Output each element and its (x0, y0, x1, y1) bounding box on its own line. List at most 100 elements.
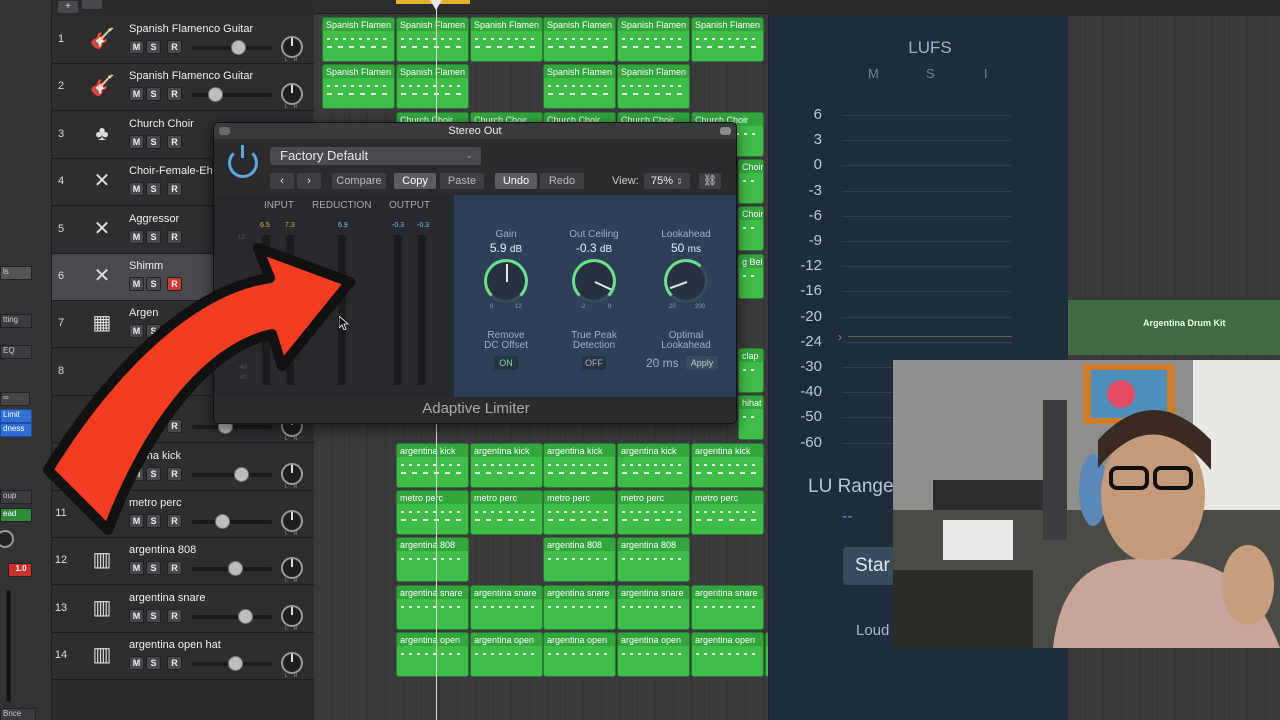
record-enable-button[interactable]: R (167, 182, 182, 197)
region[interactable]: Spanish Flamen (691, 17, 764, 62)
track-name[interactable]: argentina snare (129, 592, 205, 604)
record-enable-button[interactable]: R (167, 608, 182, 623)
track-name[interactable]: argentina 808 (129, 544, 196, 556)
pan-knob[interactable] (281, 557, 303, 580)
track-name[interactable]: Spanish Flamenco Guitar (129, 23, 253, 35)
region[interactable]: metro perc (543, 490, 616, 535)
region[interactable]: argentina open (691, 632, 764, 677)
record-enable-button[interactable]: R (167, 561, 182, 576)
region[interactable]: argentina open (543, 632, 616, 677)
region[interactable]: argentina snare (617, 585, 690, 630)
expand-icon[interactable] (720, 127, 731, 135)
fader-handle[interactable] (231, 40, 246, 55)
track-name[interactable]: argentina open hat (129, 639, 221, 651)
out-ceiling-knob[interactable] (572, 259, 616, 303)
track-name[interactable]: Church Choir (129, 118, 194, 130)
add-track-button[interactable]: + (58, 0, 110, 13)
region[interactable]: metro perc (396, 490, 469, 535)
region[interactable]: argentina snare (691, 585, 764, 630)
close-icon[interactable] (219, 127, 230, 135)
solo-button[interactable]: S (146, 656, 161, 671)
view-zoom-select[interactable]: 75% ⇕ (644, 173, 690, 189)
volume-fader[interactable] (192, 608, 272, 624)
mute-button[interactable]: M (129, 40, 144, 54)
track-row[interactable]: 2 🎸 Spanish Flamenco Guitar M S R LR (52, 64, 314, 112)
instrument-icon[interactable]: ♣ (90, 122, 114, 146)
region[interactable]: argentina snare (543, 585, 616, 630)
track-name[interactable]: Aggressor (129, 213, 179, 225)
region[interactable]: hihat (738, 395, 764, 440)
volume-fader[interactable] (192, 40, 272, 55)
record-enable-button[interactable]: R (167, 656, 182, 671)
region[interactable]: argentina snare (470, 585, 543, 630)
region[interactable]: argentina kick (470, 443, 543, 488)
region[interactable]: metro perc (617, 490, 690, 535)
solo-button[interactable]: S (146, 87, 161, 102)
lookahead-knob[interactable] (664, 259, 708, 303)
region[interactable]: argentina open (470, 632, 543, 677)
fader-handle[interactable] (228, 656, 243, 672)
mute-button[interactable]: M (129, 134, 144, 149)
region[interactable]: Spanish Flamen (617, 17, 690, 62)
instrument-icon[interactable]: ▥ (90, 548, 114, 572)
volume-fader[interactable] (192, 656, 272, 672)
fader-handle[interactable] (238, 608, 253, 624)
redo-button[interactable]: Redo (540, 173, 584, 189)
power-icon[interactable] (228, 145, 258, 178)
solo-button[interactable]: S (146, 608, 161, 623)
mute-button[interactable]: M (129, 656, 144, 671)
region[interactable]: argentina kick (691, 443, 764, 488)
region[interactable]: Spanish Flamen (322, 17, 395, 62)
preset-select[interactable]: Factory Default ⌄ (270, 147, 481, 165)
region[interactable]: argentina kick (617, 443, 690, 488)
track-name[interactable]: Spanish Flamenco Guitar (129, 70, 253, 82)
pan-knob[interactable] (281, 36, 303, 58)
region[interactable]: argentina 808 (617, 537, 690, 582)
track-name[interactable]: Choir-Female-Eh (129, 165, 213, 177)
region[interactable]: metro perc (691, 490, 764, 535)
region[interactable]: argentina 808 (396, 537, 469, 582)
region[interactable]: Spanish Flamen (396, 64, 469, 109)
plugin-window-title[interactable]: Stereo Out (214, 123, 736, 139)
region[interactable]: argentina kick (396, 443, 469, 488)
volume-fader[interactable] (192, 561, 272, 577)
plus-icon[interactable]: + (58, 1, 78, 13)
mute-button[interactable]: M (129, 87, 144, 102)
region[interactable]: argentina kick (543, 443, 616, 488)
region[interactable]: Choir-Female-E (738, 159, 764, 204)
mute-button[interactable]: M (129, 561, 144, 576)
region[interactable]: Spanish Flamen (322, 64, 395, 109)
mute-button[interactable]: M (129, 608, 144, 623)
region[interactable]: Spanish Flamen (543, 64, 616, 109)
gain-knob[interactable] (484, 259, 528, 303)
solo-button[interactable]: S (146, 134, 161, 149)
prev-preset-icon[interactable]: ‹ (270, 173, 294, 189)
mute-button[interactable]: M (129, 182, 144, 197)
region[interactable]: argentina open (396, 632, 469, 677)
copy-button[interactable]: Copy (394, 173, 436, 189)
region[interactable]: g Bell (738, 254, 764, 299)
link-icon[interactable]: ⛓ (699, 173, 721, 189)
record-enable-button[interactable]: R (167, 87, 182, 102)
region[interactable]: argentina open (617, 632, 690, 677)
solo-button[interactable]: S (146, 182, 161, 197)
pan-knob[interactable] (281, 83, 303, 106)
inspector-pan-knob[interactable] (0, 530, 14, 548)
track-row[interactable]: 13 ▥ argentina snare M S R LR (52, 585, 314, 633)
solo-button[interactable]: S (146, 40, 161, 54)
instrument-icon[interactable]: ▥ (90, 596, 114, 620)
region[interactable]: Choir-Female-E (738, 206, 764, 251)
undo-button[interactable]: Undo (495, 173, 537, 189)
region[interactable]: Spanish Flamen (617, 64, 690, 109)
instrument-icon[interactable]: 🎸 (90, 27, 115, 51)
fader-handle[interactable] (228, 561, 243, 577)
paste-button[interactable]: Paste (440, 173, 484, 189)
region[interactable]: Spanish Flamen (543, 17, 616, 62)
instrument-icon[interactable]: ✕ (90, 169, 114, 193)
instrument-icon[interactable]: ▥ (90, 643, 114, 667)
volume-fader[interactable] (192, 87, 272, 103)
pan-knob[interactable] (281, 604, 303, 627)
record-enable-button[interactable]: R (167, 40, 182, 54)
pan-knob[interactable] (281, 652, 303, 675)
next-preset-icon[interactable]: › (297, 173, 321, 189)
